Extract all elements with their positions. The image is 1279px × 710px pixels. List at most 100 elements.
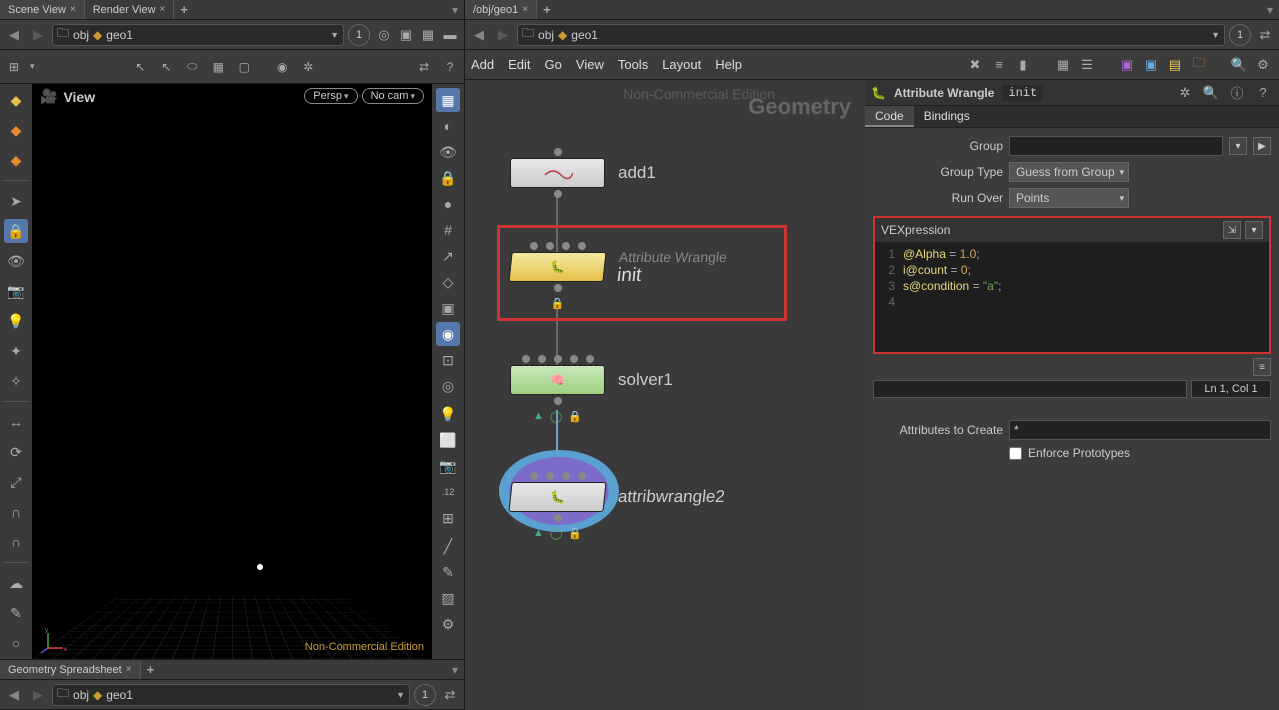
vex-code-editor[interactable]: 1@Alpha = 1.0; 2i@count = 0; 3s@conditio… [875, 242, 1269, 352]
display-num-icon[interactable]: .12 [436, 480, 460, 504]
gear-icon[interactable]: ✲ [1175, 83, 1195, 103]
display-points-icon[interactable]: ● [436, 192, 460, 216]
node-add1[interactable]: add1 [510, 148, 605, 200]
display-bg-icon[interactable]: ⬜ [436, 428, 460, 452]
back-button[interactable]: ◀ [4, 685, 24, 705]
add-tab-button[interactable]: + [537, 0, 557, 19]
close-icon[interactable]: × [126, 664, 132, 675]
menu-view[interactable]: View [576, 57, 604, 72]
display-uvs-icon[interactable]: ⊡ [436, 348, 460, 372]
path-seg-geo[interactable]: geo1 [106, 28, 133, 42]
list-icon[interactable]: ≡ [989, 55, 1009, 75]
group-select-button[interactable]: ▶ [1253, 137, 1271, 155]
tab-overflow-button[interactable]: ▾ [446, 3, 464, 17]
back-button[interactable]: ◀ [4, 25, 24, 45]
display-hide-icon[interactable]: 👁 [436, 140, 460, 164]
pin-button[interactable]: 1 [1229, 24, 1251, 46]
chevron-down-icon[interactable]: ▼ [396, 690, 405, 700]
display-faces-icon[interactable]: ▣ [436, 296, 460, 320]
tool-light-icon[interactable]: 💡 [4, 309, 28, 333]
path-seg-obj[interactable]: obj [73, 688, 89, 702]
gear-icon[interactable]: ✲ [298, 57, 318, 77]
path-seg-geo[interactable]: geo1 [571, 28, 598, 42]
tool-eye-icon[interactable]: 👁 [4, 249, 28, 273]
back-button[interactable]: ◀ [469, 25, 489, 45]
add-tab-button[interactable]: + [174, 0, 194, 19]
memory-icon[interactable]: ▬ [440, 25, 460, 45]
tool-circle-icon[interactable]: ○ [4, 631, 28, 655]
tool-select-orange2[interactable]: ◆ [4, 148, 28, 172]
pointer-icon[interactable]: ➤ [4, 189, 28, 213]
menu-layout[interactable]: Layout [662, 57, 701, 72]
search-icon[interactable]: 🔍 [1201, 83, 1221, 103]
panel-icon[interactable]: ▮ [1013, 55, 1033, 75]
snap-icon[interactable]: ▦ [208, 57, 228, 77]
network-view[interactable]: Non-Commercial Edition Geometry add1 [465, 80, 865, 710]
tool-camera-icon[interactable]: 📷 [4, 279, 28, 303]
gear-icon[interactable]: ⚙ [1253, 55, 1273, 75]
select-arrow-icon[interactable]: ↖ [130, 57, 150, 77]
help-icon[interactable]: ? [440, 57, 460, 77]
3d-viewport[interactable]: 🎥 View Persp▾ No cam▾ x y Non-Commercial… [32, 84, 432, 659]
vex-expand-button[interactable]: ⇲ [1223, 221, 1241, 239]
tool-select-yellow[interactable]: ◆ [4, 88, 28, 112]
param-name-field[interactable]: init [1002, 85, 1043, 101]
display-icon[interactable]: ▣ [396, 25, 416, 45]
forward-button[interactable]: ▶ [28, 685, 48, 705]
grid-view-icon[interactable]: ▦ [1053, 55, 1073, 75]
tool-cloud-icon[interactable]: ☁ [4, 571, 28, 595]
take-icon[interactable]: ◎ [374, 25, 394, 45]
draw-check-icon[interactable]: ▨ [436, 586, 460, 610]
tab-overflow-button[interactable]: ▾ [446, 663, 464, 677]
chevron-down-icon[interactable]: ▼ [1211, 30, 1220, 40]
tab-scene-view[interactable]: Scene View× [0, 0, 85, 19]
close-icon[interactable]: × [70, 4, 76, 15]
tool-rotate-icon[interactable]: ⟳ [4, 440, 28, 464]
tool-pose-icon[interactable]: ✧ [4, 369, 28, 393]
forward-button[interactable]: ▶ [28, 25, 48, 45]
draw-feather-icon[interactable]: ✎ [436, 560, 460, 584]
tab-render-view[interactable]: Render View× [85, 0, 175, 19]
display-cam-icon[interactable]: 📷 [436, 454, 460, 478]
path-input[interactable]: 🗀 obj ◆ geo1 ▼ [52, 24, 344, 46]
display-template-icon[interactable]: ▦ [436, 88, 460, 112]
menu-go[interactable]: Go [545, 57, 562, 72]
template-flag-icon[interactable]: ▲ [533, 527, 544, 540]
group-type-dropdown[interactable]: Guess from Group [1009, 162, 1129, 182]
bypass-flag-icon[interactable]: ◯ [550, 527, 562, 540]
tool-magnet2-icon[interactable]: ∩ [4, 530, 28, 554]
display-grid2-icon[interactable]: ⊞ [436, 506, 460, 530]
add-tab-button[interactable]: + [141, 660, 161, 679]
group-menu-button[interactable]: ▾ [1229, 137, 1247, 155]
code-preset-button[interactable]: ≡ [1253, 358, 1271, 376]
display-mat-icon[interactable]: ◎ [436, 374, 460, 398]
display-light-icon[interactable]: 💡 [436, 402, 460, 426]
forward-button[interactable]: ▶ [493, 25, 513, 45]
tab-path[interactable]: /obj/geo1× [465, 0, 537, 19]
folder-icon[interactable]: 🗀 [1189, 55, 1209, 75]
path-seg-obj[interactable]: obj [73, 28, 89, 42]
path-input[interactable]: 🗀 obj ◆ geo1 ▼ [517, 24, 1225, 46]
tag-purple-icon[interactable]: ▣ [1117, 55, 1137, 75]
vex-menu-button[interactable]: ▾ [1245, 221, 1263, 239]
group-input[interactable] [1009, 136, 1223, 156]
chevron-down-icon[interactable]: ▼ [330, 30, 339, 40]
select-arrow2-icon[interactable]: ↖ [156, 57, 176, 77]
close-icon[interactable]: × [160, 4, 166, 15]
menu-help[interactable]: Help [715, 57, 742, 72]
tag-blue-icon[interactable]: ▣ [1141, 55, 1161, 75]
tab-code[interactable]: Code [865, 106, 914, 127]
tool-scale-icon[interactable]: ⤢ [4, 470, 28, 494]
tab-bindings[interactable]: Bindings [914, 106, 980, 127]
path-input[interactable]: 🗀 obj ◆ geo1 ▼ [52, 684, 410, 706]
lock-small-icon[interactable]: 🔒 [436, 166, 460, 190]
search-icon[interactable]: 🔍 [1229, 55, 1249, 75]
tab-geo-spreadsheet[interactable]: Geometry Spreadsheet× [0, 660, 141, 679]
menu-add[interactable]: Add [471, 57, 494, 72]
lasso-icon[interactable]: ⬭ [182, 57, 202, 77]
list-view-icon[interactable]: ☰ [1077, 55, 1097, 75]
path-seg-geo[interactable]: geo1 [106, 688, 133, 702]
lock-icon[interactable]: 🔒 [4, 219, 28, 243]
construct-icon[interactable]: ◉ [272, 57, 292, 77]
camera-menu[interactable]: No cam▾ [362, 88, 424, 104]
